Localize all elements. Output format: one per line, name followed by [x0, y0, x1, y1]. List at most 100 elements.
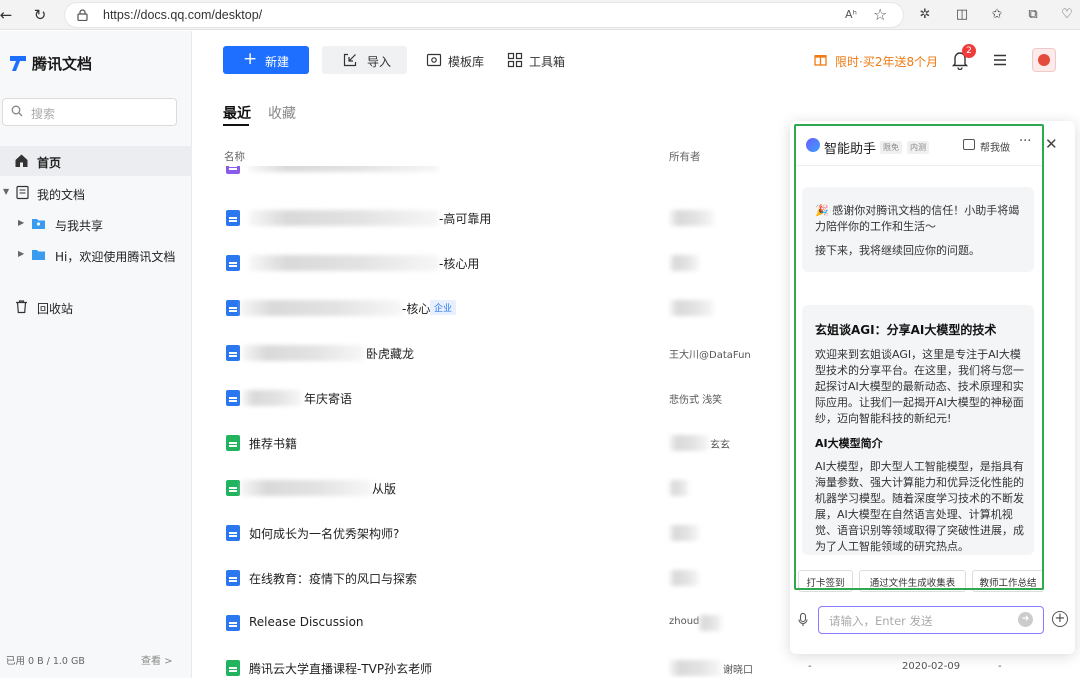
redacted-owner — [669, 480, 689, 496]
new-button-label: 新建 — [265, 55, 290, 69]
read-aloud-icon[interactable]: Aʰ — [845, 8, 857, 21]
menu-icon[interactable] — [993, 53, 1007, 67]
storage-view-link[interactable]: 查看 > — [141, 652, 173, 667]
add-icon[interactable]: + — [1052, 611, 1068, 627]
redacted-owner — [669, 525, 699, 541]
caret-down-icon[interactable]: ▼ — [3, 187, 9, 196]
tab-favorites[interactable]: 收藏 — [268, 103, 296, 123]
plus-icon: + — [243, 49, 258, 69]
file-name[interactable]: 在线教育：疫情下的风口与探索 — [249, 570, 417, 587]
doc-file-icon — [226, 255, 240, 271]
sheet-file-icon — [226, 660, 240, 676]
more-icon[interactable]: ··· — [1019, 134, 1031, 149]
assistant-message: 🎉 感谢你对腾讯文档的信任！小助手将竭力陪伴你的工作和生活～ 接下来，我将继续回… — [802, 187, 1034, 272]
template-library-link[interactable]: 模板库 — [448, 53, 484, 70]
split-screen-icon[interactable]: ◫ — [953, 6, 971, 24]
column-header-name[interactable]: 名称 — [224, 149, 245, 164]
prompt-chip[interactable]: 教师工作总结 — [972, 570, 1044, 592]
redacted-owner — [669, 570, 699, 586]
favorite-star-icon[interactable]: ☆ — [873, 5, 887, 24]
greeting-text: 🎉 感谢你对腾讯文档的信任！小助手将竭力陪伴你的工作和生活～ — [815, 204, 1020, 233]
active-tab-indicator — [223, 124, 249, 126]
redacted-filename — [240, 300, 402, 316]
url-text: https://docs.qq.com/desktop/ — [103, 8, 263, 22]
search-icon — [11, 105, 23, 117]
sheet-file-icon — [226, 480, 240, 496]
file-name[interactable]: 卧虎藏龙 — [366, 345, 414, 362]
send-icon[interactable]: ➜ — [1018, 612, 1033, 627]
caret-right-icon[interactable]: ▶ — [18, 218, 24, 227]
promo-link[interactable]: 限时·买2年送8个月 — [835, 53, 938, 70]
extensions-icon[interactable]: ✲ — [916, 6, 934, 24]
address-bar[interactable]: https://docs.qq.com/desktop/ Aʰ ☆ — [64, 2, 904, 28]
enterprise-badge: 企业 — [430, 300, 457, 315]
sidebar-item-label: 首页 — [37, 156, 62, 170]
import-button[interactable]: 导入 — [322, 46, 407, 74]
document-icon — [16, 185, 29, 200]
toolbox-link[interactable]: 工具箱 — [529, 53, 565, 70]
sidebar-item-trash[interactable]: 回收站 — [0, 292, 192, 322]
file-name[interactable]: Release Discussion — [249, 615, 364, 629]
notification-badge: 2 — [962, 44, 976, 58]
file-owner: zhoud — [669, 616, 700, 627]
template-icon[interactable] — [426, 52, 442, 68]
back-icon[interactable]: ← — [0, 5, 16, 25]
search-input[interactable]: 搜索 — [2, 98, 177, 126]
storage-usage: 已用 0 B / 1.0 GB — [6, 656, 85, 667]
copilot-icon[interactable]: ♡ — [1058, 6, 1076, 24]
redacted-owner — [669, 435, 709, 451]
sidebar-item-my-docs[interactable]: ▼ 我的文档 — [0, 178, 192, 208]
file-name[interactable]: 年庆寄语 — [304, 390, 352, 407]
browser-toolbar: ← ↻ https://docs.qq.com/desktop/ Aʰ ☆ ✲ … — [0, 0, 1080, 30]
file-name[interactable]: -核心用 — [439, 255, 479, 272]
lock-icon — [77, 9, 88, 21]
prompt-chip[interactable]: 打卡签到 — [798, 570, 853, 592]
redacted-owner — [698, 615, 722, 631]
prompt-chip[interactable]: 通过文件生成收集表 — [859, 570, 966, 592]
redacted-filename — [249, 255, 439, 271]
file-name[interactable]: -核心 — [402, 300, 430, 317]
favorites-icon[interactable]: ✩ — [988, 6, 1006, 24]
caret-right-icon[interactable]: ▶ — [18, 249, 24, 258]
file-name[interactable]: 从版 — [372, 480, 396, 497]
file-name[interactable]: 腾讯云大学直播课程-TVP孙玄老师 — [249, 660, 432, 677]
reload-icon[interactable]: ↻ — [30, 5, 50, 25]
avatar[interactable] — [1032, 48, 1056, 72]
microphone-icon[interactable] — [798, 613, 808, 627]
help-me-button[interactable]: 帮我做 — [980, 139, 1010, 154]
redacted-filename — [240, 480, 372, 496]
sheet-file-icon — [226, 435, 240, 451]
sidebar-item-shared[interactable]: ▶ 与我共享 — [0, 209, 192, 239]
column-header-owner[interactable]: 所有者 — [669, 149, 701, 164]
doc-file-icon — [226, 300, 240, 316]
table-row[interactable]: 腾讯云大学直播课程-TVP孙玄老师 谢晓口 - 2020-02-09 - — [220, 660, 1080, 678]
shared-folder-icon — [32, 219, 45, 229]
redacted-filename — [242, 390, 302, 406]
redacted-owner — [669, 255, 699, 271]
file-name[interactable]: 推荐书籍 — [249, 435, 297, 452]
assistant-title: 智能助手 — [824, 142, 877, 157]
redacted-owner — [669, 210, 714, 226]
brand-name[interactable]: 腾讯文档 — [32, 53, 92, 74]
new-button[interactable]: + 新建 — [223, 46, 309, 74]
search-placeholder: 搜索 — [31, 107, 56, 121]
article-intro: 欢迎来到玄姐谈AGI，这里是专注于AI大模型技术的分享平台。在这里，我们将与您一… — [815, 348, 1024, 425]
followup-text: 接下来，我将继续回应你的问题。 — [815, 244, 980, 257]
redacted-filename — [249, 166, 439, 172]
toolbox-icon[interactable] — [507, 52, 523, 68]
file-icon — [226, 166, 240, 174]
file-name[interactable]: -高可靠用 — [439, 210, 491, 227]
close-icon[interactable]: ✕ — [1045, 135, 1058, 153]
section-title: AI大模型简介 — [815, 437, 883, 450]
assistant-input[interactable]: 请输入，Enter 发送 — [818, 606, 1044, 634]
file-name[interactable]: 如何成长为一名优秀架构师? — [249, 525, 399, 542]
tencent-docs-logo[interactable] — [8, 53, 28, 73]
collections-icon[interactable]: ⧉ — [1024, 6, 1042, 24]
sidebar: 腾讯文档 搜索 首页 ▼ 我的文档 ▶ 与我共享 ▶ Hi，欢迎使用腾讯文档 回… — [0, 31, 192, 678]
assistant-logo-icon — [806, 138, 820, 152]
import-button-label: 导入 — [367, 55, 392, 69]
file-owner: 王大川@DataFun — [669, 350, 751, 361]
sidebar-item-home[interactable]: 首页 — [0, 146, 192, 176]
sidebar-item-welcome-folder[interactable]: ▶ Hi，欢迎使用腾讯文档 — [0, 240, 192, 270]
tab-recent[interactable]: 最近 — [223, 103, 251, 123]
